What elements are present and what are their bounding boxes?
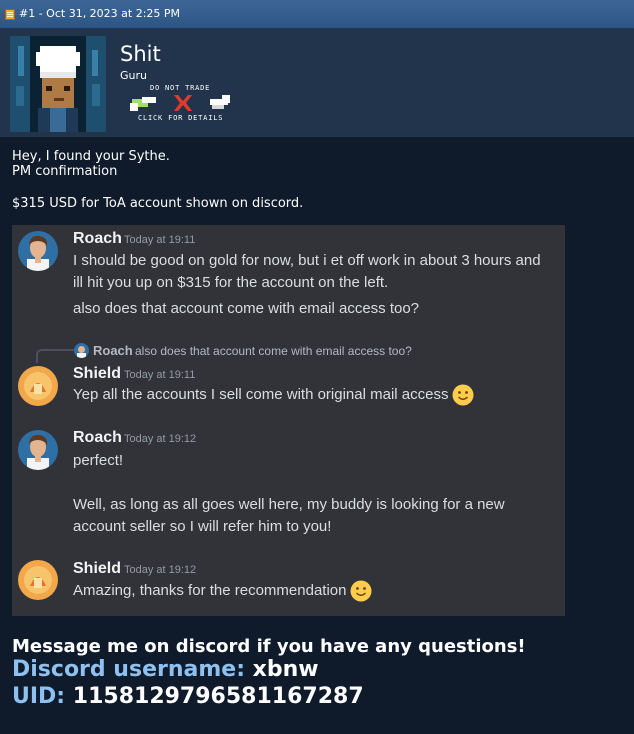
slightly-smiling-face-emoji (350, 580, 372, 602)
uid-label: UID: (12, 684, 66, 709)
post-icon (5, 9, 15, 20)
post-header-bar: #1 - Oct 31, 2023 at 2:25 PM (0, 0, 634, 29)
reply-author[interactable]: Roach (93, 343, 133, 358)
username[interactable]: Shit (120, 42, 161, 66)
message-time: Today at 19:12 (124, 564, 197, 576)
message-author[interactable]: Roach (73, 230, 122, 248)
message-line: I should be good on gold for now, but i … (73, 252, 541, 269)
badge-top-text: DO NOT TRADE (150, 84, 211, 92)
body-line-3: $315 USD for ToA account shown on discor… (12, 196, 304, 211)
contact-message: Message me on discord if you have any qu… (12, 636, 526, 657)
message-line: Well, as long as all goes well here, my … (73, 496, 505, 513)
message-line: perfect! (73, 452, 124, 469)
message-line: account seller so I will refer him to yo… (73, 518, 332, 535)
body-line-1: Hey, I found your Sythe. (12, 149, 170, 164)
slightly-smiling-face-emoji (452, 384, 474, 406)
discord-username-line: Discord username: xbnw (12, 657, 319, 682)
message-time: Today at 19:12 (124, 433, 197, 445)
message-line: ill hit you up on $315 for the account o… (73, 274, 389, 291)
badge-bottom-text: CLICK FOR DETAILS (138, 114, 224, 122)
uid-value: 1158129796581167287 (72, 684, 364, 709)
message-author[interactable]: Shield (73, 560, 121, 578)
message-text: Amazing, thanks for the recommendation (73, 581, 347, 599)
roach-avatar (18, 231, 58, 271)
discord-username-value: xbnw (252, 657, 319, 682)
uid-line: UID: 1158129796581167287 (12, 684, 364, 709)
user-title: Guru (120, 69, 147, 82)
message-line: also does that account come with email a… (73, 300, 420, 317)
reply-avatar (74, 343, 89, 358)
message-author[interactable]: Shield (73, 365, 121, 383)
discord-username-label: Discord username: (12, 657, 245, 682)
roach-avatar (18, 430, 58, 470)
shield-avatar (18, 366, 58, 406)
message-time: Today at 19:11 (124, 369, 196, 381)
shield-avatar (18, 560, 58, 600)
message-time: Today at 19:11 (124, 234, 196, 246)
reply-connector (36, 349, 74, 363)
reply-preview[interactable]: also does that account come with email a… (135, 344, 412, 358)
message-line: Amazing, thanks for the recommendation (73, 580, 372, 602)
message-line: Yep all the accounts I sell come with or… (73, 384, 474, 406)
message-text: Yep all the accounts I sell come with or… (73, 385, 449, 403)
post-meta[interactable]: #1 - Oct 31, 2023 at 2:25 PM (19, 7, 180, 20)
body-line-2: PM confirmation (12, 164, 118, 179)
discord-screenshot: Roach Today at 19:11 I should be good on… (12, 225, 565, 616)
user-avatar[interactable] (10, 36, 106, 132)
message-author[interactable]: Roach (73, 429, 122, 447)
